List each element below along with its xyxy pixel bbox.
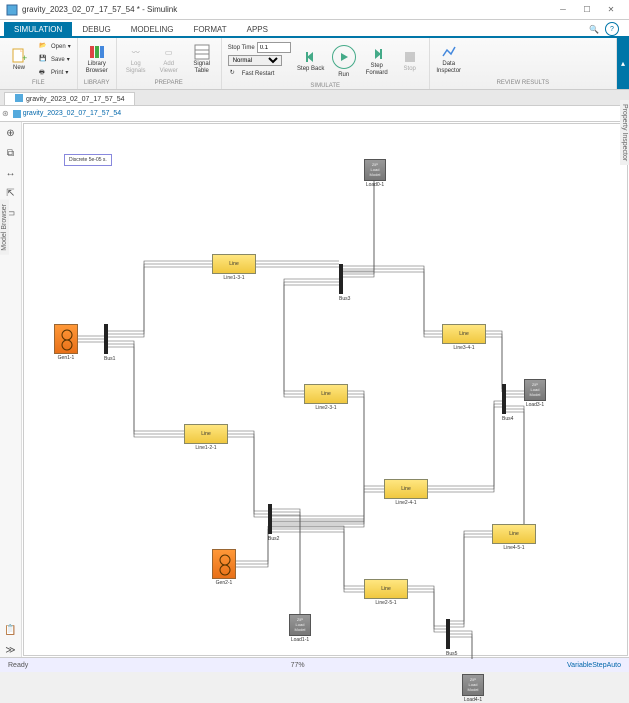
signal-table-button[interactable]: Signal Table xyxy=(187,40,217,79)
sim-mode-select[interactable]: Normal xyxy=(228,55,282,66)
close-button[interactable]: ✕ xyxy=(599,1,623,19)
svg-text:+: + xyxy=(22,53,27,63)
status-zoom[interactable]: 77% xyxy=(291,662,305,669)
save-button[interactable]: 💾Save ▾ xyxy=(37,54,73,66)
open-button[interactable]: 📂Open ▾ xyxy=(37,41,73,53)
pan-tool-button[interactable]: ↔ xyxy=(4,166,18,180)
group-review: Data Inspector REVIEW RESULTS xyxy=(430,38,617,89)
bus-block[interactable]: Bus5 xyxy=(446,619,450,649)
ribbon: + New 📂Open ▾ 💾Save ▾ 🖶Print ▾ FILE Libr… xyxy=(0,38,629,90)
step-forward-icon xyxy=(369,46,385,62)
group-file: + New 📂Open ▾ 💾Save ▾ 🖶Print ▾ FILE xyxy=(0,38,78,89)
open-icon: 📂 xyxy=(39,42,49,52)
data-inspector-icon xyxy=(441,44,457,60)
add-viewer-button[interactable]: ▭ Add Viewer xyxy=(154,40,184,79)
bus-block[interactable]: Bus3 xyxy=(339,264,343,294)
new-button[interactable]: + New xyxy=(4,40,34,79)
breadcrumb-bar: ⊛ gravity_2023_02_07_17_57_54 ▼ xyxy=(0,106,629,122)
line-block[interactable]: LineLine4-5-1 xyxy=(492,524,536,544)
status-solver[interactable]: VariableStepAuto xyxy=(567,662,621,669)
app-icon xyxy=(6,4,18,16)
tab-apps[interactable]: APPS xyxy=(237,22,278,36)
model-canvas[interactable]: Discrete 5e-05 s. Bus1 Bus3 Bus2 Bus4 Bus5 Ge… xyxy=(23,123,628,656)
step-back-icon xyxy=(303,49,319,65)
bus-block[interactable]: Bus1 xyxy=(104,324,108,354)
load-block[interactable]: ZIPLoadModelLoad3-1 xyxy=(524,379,546,401)
model-browser-panel[interactable]: Model Browser xyxy=(0,200,9,255)
ribbon-help-icon[interactable]: ? xyxy=(605,22,619,36)
line-block[interactable]: LineLine2-4-1 xyxy=(384,479,428,499)
bus-block[interactable]: Bus2 xyxy=(268,504,272,534)
main-area: Model Browser ⊕ ⧉ ↔ ⇱ ▭ 📋 ≫ Discrete 5e-… xyxy=(0,122,629,657)
status-ready: Ready xyxy=(8,662,28,669)
tab-simulation[interactable]: SIMULATION xyxy=(4,22,72,36)
powergui-block[interactable]: Discrete 5e-05 s. xyxy=(64,154,112,166)
log-signals-button[interactable]: 〰 Log Signals xyxy=(121,40,151,79)
signal-table-icon xyxy=(194,44,210,60)
group-prepare: 〰 Log Signals ▭ Add Viewer Signal Table … xyxy=(117,38,222,89)
library-icon xyxy=(89,44,105,60)
tab-format[interactable]: FORMAT xyxy=(183,22,236,36)
line-block[interactable]: LineLine2-3-1 xyxy=(304,384,348,404)
stoptime-input[interactable] xyxy=(257,42,291,53)
group-simulate: Stop Time Normal ↻Fast Restart Step Back… xyxy=(222,38,430,89)
property-inspector-panel[interactable]: Property Inspector xyxy=(620,100,629,165)
tab-debug[interactable]: DEBUG xyxy=(72,22,120,36)
nav-back-button[interactable]: ⊛ xyxy=(2,109,9,118)
minimize-button[interactable]: ─ xyxy=(551,1,575,19)
generator-block[interactable]: Gen2-1 xyxy=(212,549,236,579)
window-title: gravity_2023_02_07_17_57_54 * - Simulink xyxy=(22,5,177,14)
fast-restart-button[interactable]: ↻Fast Restart xyxy=(228,68,291,80)
fit-view-button[interactable]: ⇱ xyxy=(4,186,18,200)
bus-block[interactable]: Bus4 xyxy=(502,384,506,414)
maximize-button[interactable]: ☐ xyxy=(575,1,599,19)
status-bar: Ready 77% VariableStepAuto xyxy=(0,657,629,672)
title-bar: gravity_2023_02_07_17_57_54 * - Simulink… xyxy=(0,0,629,20)
load-block[interactable]: ZIPLoadModelLoad4-1 xyxy=(462,674,484,696)
viewer-icon: ▭ xyxy=(161,44,177,60)
zoom-fit-button[interactable]: ⊕ xyxy=(4,126,18,140)
canvas-menu-button[interactable]: ≫ xyxy=(4,643,18,657)
tab-modeling[interactable]: MODELING xyxy=(121,22,184,36)
ribbon-help: 🔍 ? xyxy=(587,22,625,36)
doc-tab[interactable]: gravity_2023_02_07_17_57_54 xyxy=(4,92,135,105)
model-info-button[interactable]: 📋 xyxy=(4,623,18,637)
line-block[interactable]: LineLine1-2-1 xyxy=(184,424,228,444)
group-library: Library Browser LIBRARY xyxy=(78,38,117,89)
new-icon: + xyxy=(11,48,27,64)
save-icon: 💾 xyxy=(39,55,49,65)
model-icon xyxy=(15,94,23,104)
stop-icon xyxy=(402,49,418,65)
ribbon-find-icon[interactable]: 🔍 xyxy=(587,22,601,36)
doc-tabstrip: gravity_2023_02_07_17_57_54 xyxy=(0,90,629,106)
log-signals-icon: 〰 xyxy=(128,44,144,60)
run-button[interactable]: Run xyxy=(329,40,359,82)
stop-button[interactable]: Stop xyxy=(395,40,425,82)
load-block[interactable]: ZIPLoadModelLoad1-1 xyxy=(289,614,311,636)
print-icon: 🖶 xyxy=(39,68,49,78)
stoptime-label: Stop Time xyxy=(228,45,255,51)
zoom-tool-button[interactable]: ⧉ xyxy=(4,146,18,160)
generator-block[interactable]: Gen1-1 xyxy=(54,324,78,354)
ribbon-collapse-button[interactable]: ▴ xyxy=(617,38,629,89)
data-inspector-button[interactable]: Data Inspector xyxy=(434,40,464,79)
library-browser-button[interactable]: Library Browser xyxy=(82,40,112,79)
step-forward-button[interactable]: Step Forward xyxy=(362,40,392,82)
step-back-button[interactable]: Step Back xyxy=(296,40,326,82)
line-block[interactable]: LineLine1-3-1 xyxy=(212,254,256,274)
breadcrumb-root[interactable]: gravity_2023_02_07_17_57_54 xyxy=(13,110,121,118)
print-button[interactable]: 🖶Print ▾ xyxy=(37,67,73,79)
line-block[interactable]: LineLine2-5-1 xyxy=(364,579,408,599)
line-block[interactable]: LineLine3-4-1 xyxy=(442,324,486,344)
fast-restart-icon: ↻ xyxy=(230,69,240,79)
load-block[interactable]: ZIPLoadModelLoad0-1 xyxy=(364,159,386,181)
ribbon-tabs: SIMULATION DEBUG MODELING FORMAT APPS 🔍 … xyxy=(0,20,629,38)
